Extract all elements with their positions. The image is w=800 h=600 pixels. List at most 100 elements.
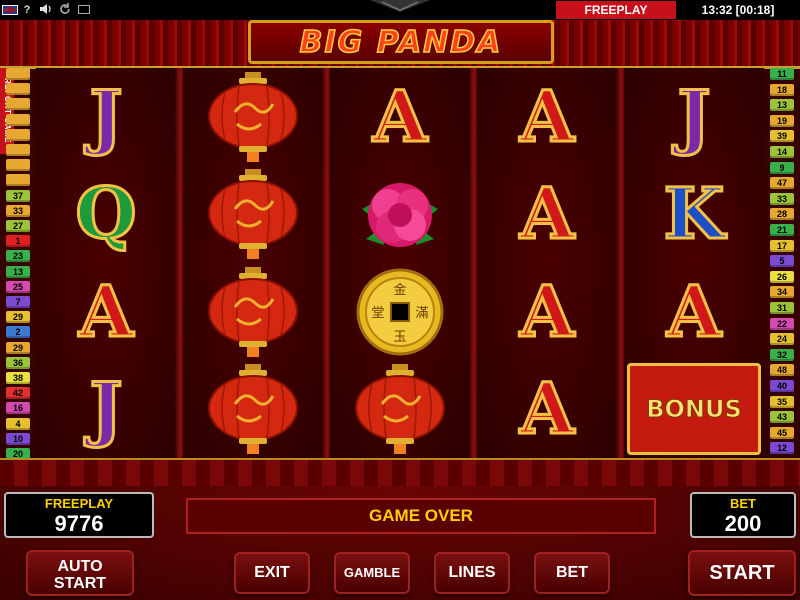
- letter-symbol-j: J: [36, 361, 176, 458]
- lantern-symbol-icon: [183, 361, 323, 458]
- symbol-letter: A: [518, 367, 575, 450]
- svg-text:滿: 滿: [415, 305, 428, 321]
- line-marker: 26: [770, 270, 794, 283]
- line-marker: 5: [770, 255, 794, 268]
- reel-4: AAAA: [477, 68, 617, 458]
- letter-symbol-a: A: [477, 263, 617, 360]
- reload-icon[interactable]: [58, 2, 72, 18]
- peony-symbol-icon: [330, 166, 470, 263]
- auto-start-button[interactable]: AUTO START: [26, 550, 134, 596]
- line-marker: [6, 113, 30, 126]
- game-title: BIG PANDA: [299, 24, 503, 61]
- volume-icon[interactable]: [38, 2, 54, 18]
- line-marker: 18: [770, 83, 794, 96]
- line-marker: 25: [6, 280, 30, 293]
- symbol-letter: J: [88, 74, 124, 158]
- svg-text:堂: 堂: [371, 306, 384, 321]
- reel-5: J K A BONUS: [624, 68, 764, 458]
- help-button[interactable]: ?: [20, 2, 34, 18]
- letter-symbol-a: A: [624, 263, 764, 360]
- symbol-letter: A: [371, 74, 428, 158]
- balance-value: 9776: [54, 511, 104, 536]
- line-marker: 4: [6, 417, 30, 430]
- line-marker: 48: [770, 364, 794, 377]
- report-game-button[interactable]: REPORT GAME: [0, 68, 14, 154]
- svg-text:玉: 玉: [393, 330, 406, 345]
- line-marker: 29: [6, 311, 30, 324]
- line-marker: 43: [770, 411, 794, 424]
- gamble-button[interactable]: GAMBLE: [334, 552, 410, 594]
- status-message: GAME OVER: [186, 498, 656, 534]
- line-marker: 27: [6, 220, 30, 232]
- line-marker: 40: [770, 380, 794, 392]
- symbol-letter: A: [665, 269, 722, 353]
- reel-3: A 金滿 堂玉: [330, 68, 470, 458]
- line-marker: 34: [770, 286, 794, 299]
- collapse-chevron-icon[interactable]: [368, 0, 432, 14]
- letter-symbol-a: A: [477, 361, 617, 458]
- line-marker: 12: [770, 442, 794, 455]
- letter-symbol-a: A: [477, 166, 617, 263]
- line-marker: 13: [770, 99, 794, 112]
- line-marker: 10: [6, 432, 30, 445]
- line-marker: 11: [770, 68, 794, 80]
- start-button[interactable]: START: [688, 550, 796, 596]
- line-marker: 39: [770, 130, 794, 143]
- line-marker: 17: [770, 239, 794, 252]
- line-marker: [6, 98, 30, 111]
- symbol-letter: Q: [74, 172, 138, 255]
- letter-symbol-j: J: [624, 68, 764, 165]
- reel-2: [183, 68, 323, 458]
- bet-meter: BET 200: [690, 492, 796, 538]
- symbol-letter: J: [676, 74, 712, 158]
- line-marker: 19: [770, 114, 794, 127]
- system-bar: ? FREEPLAY 13:32 [00:18]: [0, 0, 800, 20]
- letter-symbol-q: Q: [36, 166, 176, 263]
- fullscreen-icon[interactable]: [76, 2, 92, 18]
- line-marker: 31: [770, 302, 794, 314]
- line-marker: 16: [6, 402, 30, 415]
- line-marker: 32: [770, 348, 794, 361]
- bet-button[interactable]: BET: [534, 552, 610, 594]
- line-marker: 13: [6, 265, 30, 278]
- auto-start-label: AUTO START: [53, 558, 107, 592]
- symbol-letter: A: [518, 172, 575, 255]
- reel-frame-bottom: [0, 458, 800, 488]
- line-marker: 2: [6, 326, 30, 339]
- lantern-symbol-icon: [183, 263, 323, 360]
- line-marker: 36: [6, 356, 30, 369]
- letter-symbol-a: A: [36, 263, 176, 360]
- lantern-symbol-icon: [183, 166, 323, 263]
- symbol-letter: A: [77, 269, 134, 353]
- svg-text:金: 金: [393, 282, 406, 298]
- language-flag-icon[interactable]: [2, 2, 18, 18]
- line-marker: 45: [770, 426, 794, 439]
- line-marker: 21: [770, 224, 794, 236]
- line-marker: 35: [770, 395, 794, 408]
- reel-1: JQAJ: [36, 68, 176, 458]
- line-marker: 33: [6, 204, 30, 217]
- symbol-letter: A: [518, 74, 575, 158]
- line-marker: [6, 174, 30, 187]
- lines-button[interactable]: LINES: [434, 552, 510, 594]
- line-marker: [6, 83, 30, 96]
- lantern-symbol-icon: [330, 361, 470, 458]
- line-marker: 14: [770, 146, 794, 158]
- line-marker: 24: [770, 333, 794, 346]
- letter-symbol-j: J: [36, 68, 176, 165]
- line-marker: [6, 159, 30, 172]
- line-marker: 22: [770, 317, 794, 330]
- exit-button[interactable]: EXIT: [234, 552, 310, 594]
- line-marker: 28: [770, 208, 794, 221]
- bet-value: 200: [724, 511, 762, 536]
- coin-symbol-icon: 金滿 堂玉: [330, 263, 470, 360]
- balance-label: FREEPLAY: [44, 496, 114, 511]
- mode-indicator: FREEPLAY: [556, 1, 676, 19]
- line-marker: 47: [770, 177, 794, 190]
- line-marker: 23: [6, 250, 30, 263]
- line-marker: [6, 128, 30, 141]
- line-marker: 38: [6, 372, 30, 384]
- line-marker: 33: [770, 192, 794, 205]
- symbol-letter: J: [88, 367, 124, 450]
- letter-symbol-a: A: [477, 68, 617, 165]
